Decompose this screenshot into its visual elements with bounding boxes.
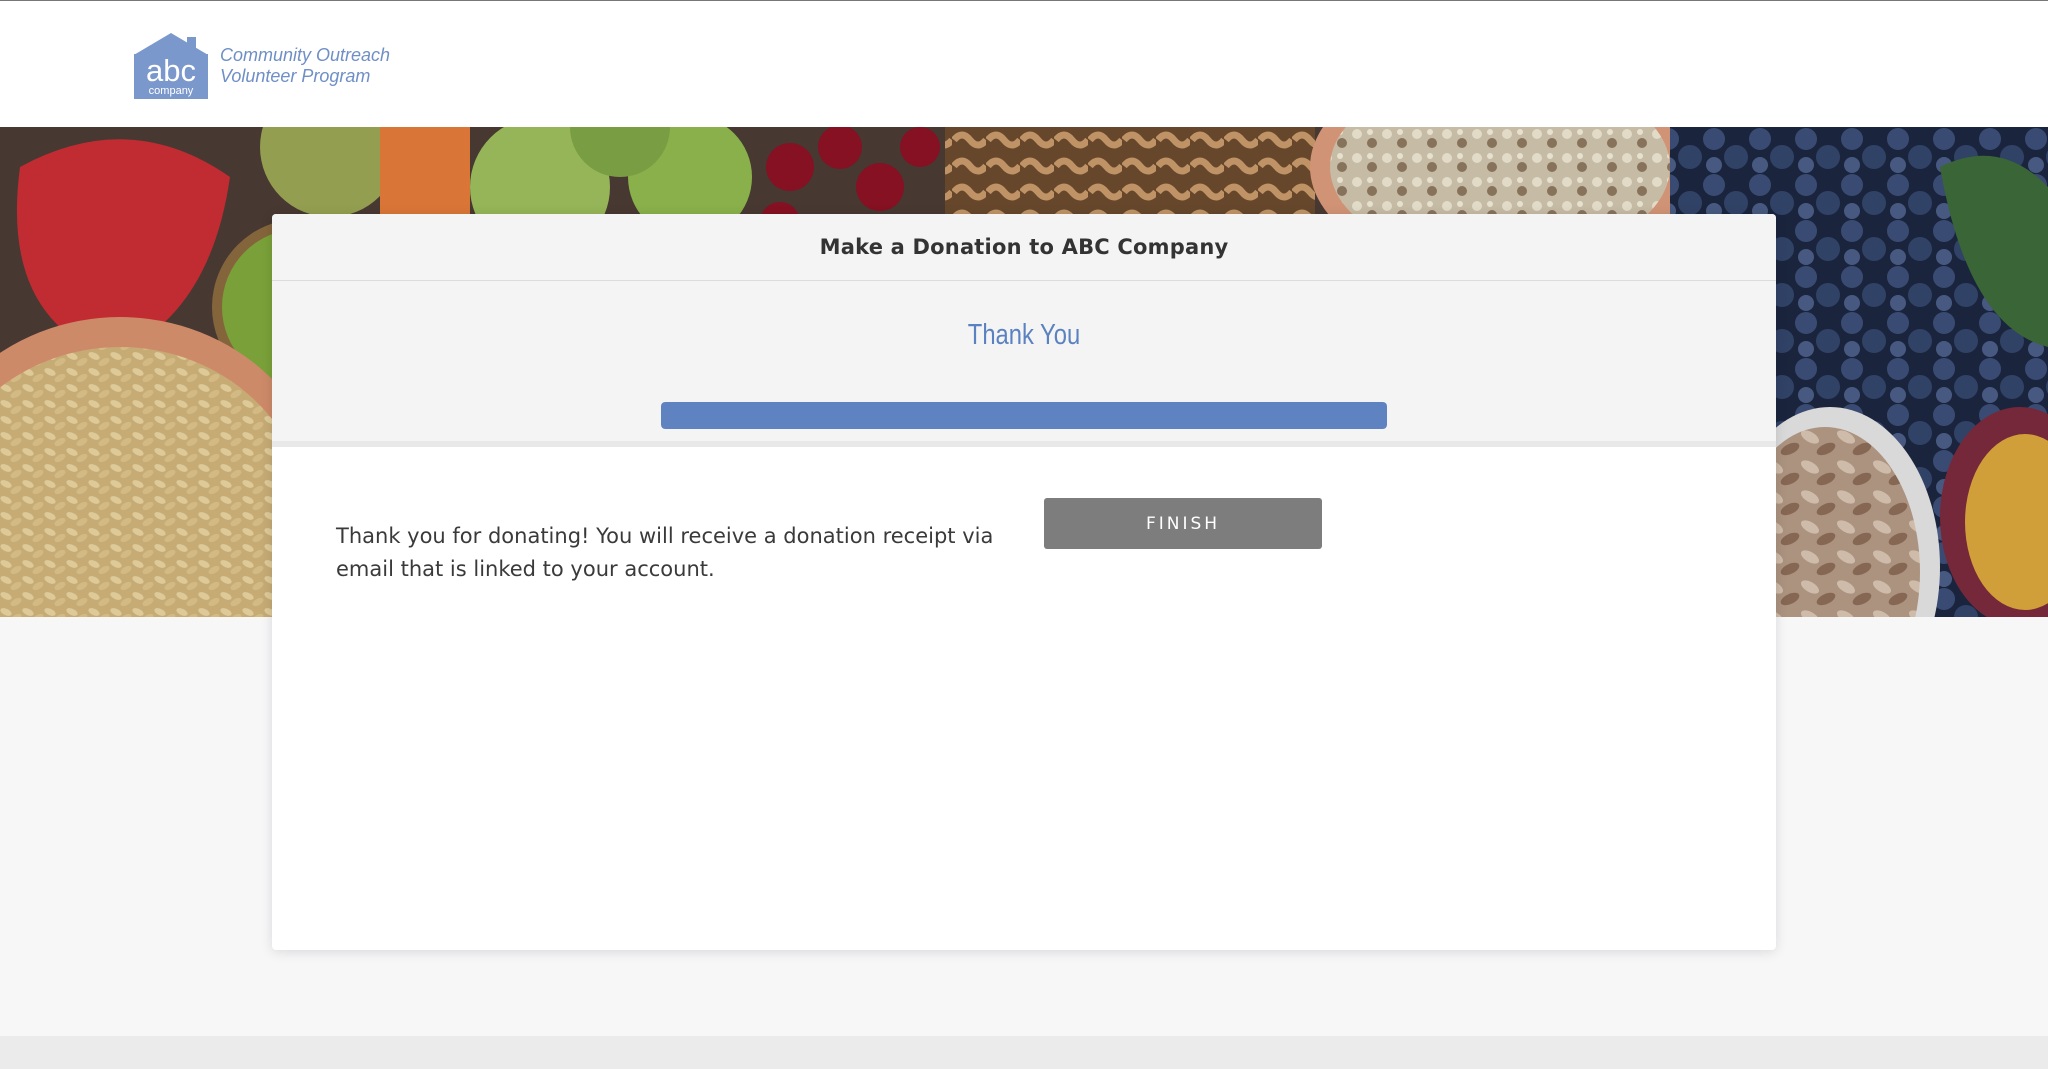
footer-strip: [0, 1036, 2048, 1069]
logo-line-1: Community Outreach: [220, 45, 391, 65]
card-body: Thank you for donating! You will receive…: [272, 447, 1776, 950]
finish-button[interactable]: FINISH: [1044, 498, 1322, 549]
site-header: abc company Community Outreach Volunteer…: [0, 1, 2048, 127]
progress-bar-fill: [661, 402, 1387, 429]
logo-wordmark: Community Outreach Volunteer Program: [220, 45, 390, 87]
step-title: Thank You: [967, 319, 1081, 351]
step-header: Thank You: [272, 281, 1776, 447]
thank-you-message: Thank you for donating! You will receive…: [336, 524, 994, 581]
page: abc company Community Outreach Volunteer…: [0, 0, 2048, 1069]
logo-line-2: Volunteer Program: [220, 66, 371, 86]
logo-link[interactable]: abc company Community Outreach Volunteer…: [134, 33, 414, 99]
donation-card: Make a Donation to ABC Company Thank You…: [272, 214, 1776, 950]
house-logo-icon: abc company: [134, 33, 208, 99]
card-header: Make a Donation to ABC Company: [272, 214, 1776, 281]
logo-mark-subtext: company: [149, 85, 194, 97]
logo-mark-text: abc: [146, 53, 196, 88]
card-title: Make a Donation to ABC Company: [819, 235, 1229, 259]
progress-bar: [661, 402, 1387, 429]
